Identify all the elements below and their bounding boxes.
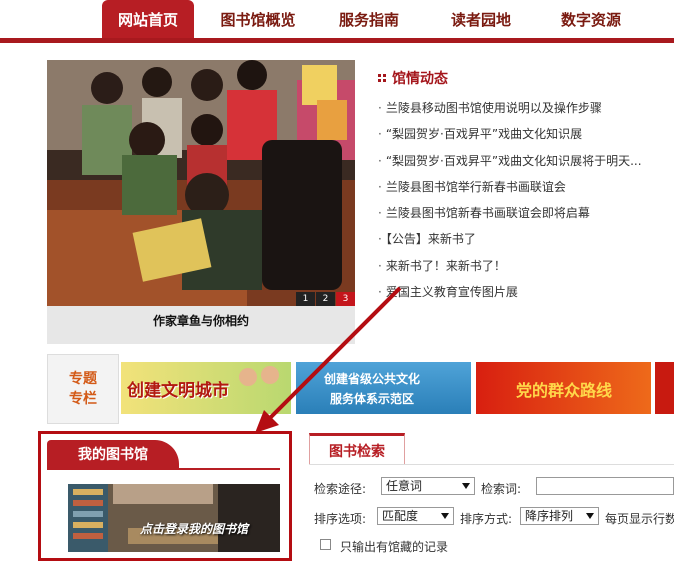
slideshow-pager: 1 2 3 — [295, 292, 355, 306]
per-page-label: 每页显示行数 — [605, 512, 674, 526]
nav-home[interactable]: 网站首页 — [102, 0, 194, 38]
pager-2[interactable]: 2 — [316, 292, 335, 306]
search-keyword-input[interactable] — [536, 477, 674, 495]
search-path-label: 检索途径: — [314, 482, 367, 496]
banner-person-icon — [239, 368, 257, 386]
holdings-only-checkbox[interactable] — [320, 539, 331, 550]
search-keyword-label: 检索词: — [481, 482, 522, 496]
dropdown-arrow-icon — [441, 513, 449, 519]
nav-reader-corner[interactable]: 读者园地 — [436, 0, 526, 38]
news-item[interactable]: 兰陵县移动图书馆使用说明以及操作步骤 — [378, 96, 674, 122]
tab-book-search[interactable]: 图书检索 — [309, 433, 405, 465]
search-path-select[interactable]: 任意词 — [381, 477, 475, 495]
news-item[interactable]: 兰陵县图书馆举行新春书画联谊会 — [378, 175, 674, 201]
slideshow-photo[interactable] — [47, 60, 355, 306]
banner-public-culture-line1: 创建省级公共文化 — [324, 372, 421, 386]
pager-3[interactable]: 3 — [336, 292, 355, 306]
slideshow: 1 2 3 作家章鱼与你相约 — [47, 60, 355, 344]
news-item[interactable]: “梨园贺岁·百戏昇平”戏曲文化知识展 — [378, 122, 674, 148]
nav-service-guide[interactable]: 服务指南 — [324, 0, 414, 38]
slideshow-caption[interactable]: 作家章鱼与你相约 — [47, 306, 355, 344]
highlight-box — [38, 431, 292, 561]
banner-person-icon — [261, 366, 279, 384]
news-item[interactable]: 兰陵县图书馆新春书画联谊会即将启幕 — [378, 201, 674, 227]
dropdown-arrow-icon — [586, 513, 594, 519]
sort-method-select[interactable]: 降序排列 — [520, 507, 599, 525]
sort-method-label: 排序方式: — [460, 512, 513, 526]
grid-bullet-icon — [378, 74, 386, 82]
banner-public-culture[interactable]: 创建省级公共文化 服务体系示范区 — [296, 362, 471, 414]
news-item[interactable]: 来新书了！来新书了！ — [378, 254, 674, 280]
banner-mass-line[interactable]: 党的群众路线 — [476, 362, 651, 414]
sort-option-label: 排序选项: — [314, 512, 367, 526]
holdings-only-label: 只输出有馆藏的记录 — [340, 540, 449, 554]
banner-public-culture-line2: 服务体系示范区 — [330, 392, 415, 406]
search-divider — [309, 464, 674, 465]
sort-option-value: 匹配度 — [382, 509, 419, 523]
news-title-text: 馆情动态 — [392, 71, 448, 87]
nav-divider — [0, 38, 674, 43]
news-item[interactable]: 爱国主义教育宣传图片展 — [378, 280, 674, 306]
special-label-line1: 专题 — [69, 371, 97, 387]
news-list: 兰陵县移动图书馆使用说明以及操作步骤 “梨园贺岁·百戏昇平”戏曲文化知识展 “梨… — [378, 96, 674, 306]
dropdown-arrow-icon — [462, 483, 470, 489]
news-item[interactable]: “梨园贺岁·百戏昇平”戏曲文化知识展将于明天... — [378, 149, 674, 175]
news-item[interactable]: 【公告】来新书了 — [378, 227, 674, 253]
banner-civilized-city-text: 创建文明城市 — [127, 381, 229, 401]
nav-digital-resources[interactable]: 数字资源 — [546, 0, 636, 38]
sort-option-select[interactable]: 匹配度 — [377, 507, 454, 525]
banner-mass-line-text: 党的群众路线 — [516, 381, 613, 400]
search-path-value: 任意词 — [386, 479, 423, 493]
sort-method-value: 降序排列 — [525, 509, 574, 523]
banner-civilized-city[interactable]: 创建文明城市 — [121, 362, 291, 414]
special-column-label: 专题 专栏 — [47, 354, 119, 424]
banner-partial[interactable] — [655, 362, 674, 414]
pager-1[interactable]: 1 — [296, 292, 315, 306]
special-label-line2: 专栏 — [69, 391, 97, 407]
nav-library-overview[interactable]: 图书馆概览 — [208, 0, 308, 38]
top-nav: 网站首页 图书馆概览 服务指南 读者园地 数字资源 — [0, 0, 674, 44]
news-heading: 馆情动态 — [378, 68, 448, 88]
